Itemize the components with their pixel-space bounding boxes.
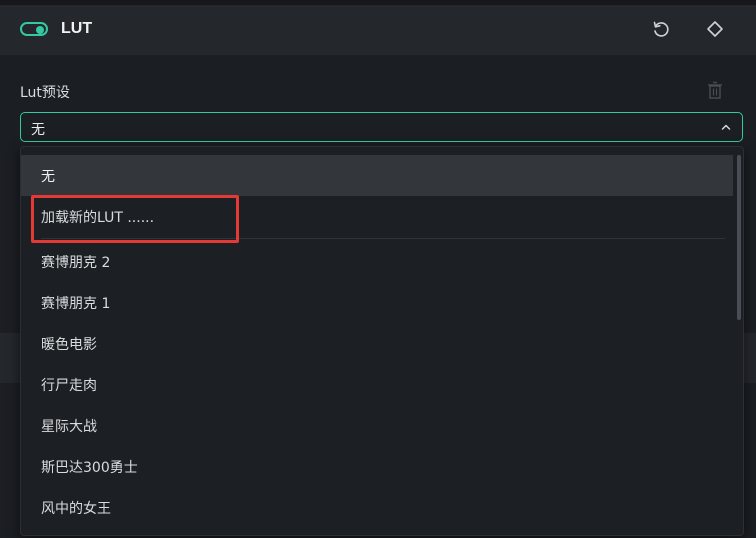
dropdown-item-300-spartans[interactable]: 斯巴达300勇士: [21, 446, 733, 487]
lut-preset-label: Lut预设: [20, 85, 70, 101]
annotation-highlight-box: [31, 195, 239, 243]
dropdown-item-cyberpunk-2[interactable]: 赛博朋克 2: [21, 241, 733, 282]
lut-select-value: 无: [31, 122, 45, 138]
section-title: LUT: [61, 20, 93, 37]
reset-icon: [653, 21, 669, 37]
keyframe-diamond-icon: [707, 21, 723, 37]
lut-toggle[interactable]: [20, 22, 48, 36]
toggle-knob: [36, 26, 44, 34]
keyframe-button[interactable]: [703, 17, 727, 41]
dropdown-item-walking-dead[interactable]: 行尸走肉: [21, 364, 733, 405]
dropdown-item-warm-film[interactable]: 暖色电影: [21, 323, 733, 364]
delete-lut-button[interactable]: [705, 80, 725, 100]
reset-button[interactable]: [649, 17, 673, 41]
trash-icon: [708, 81, 722, 99]
lut-preset-select[interactable]: 无: [20, 112, 743, 142]
dropdown-item-cyberpunk-1[interactable]: 赛博朋克 1: [21, 282, 733, 323]
lut-panel: LUT Lut预设 无 无 加载新的LUT ...... 赛博朋克 2 赛博朋克…: [0, 0, 756, 538]
dropdown-item-star-wars[interactable]: 星际大战: [21, 405, 733, 446]
lut-header: LUT: [0, 5, 756, 55]
dropdown-scrollbar[interactable]: [737, 155, 741, 320]
dropdown-item-none[interactable]: 无: [21, 155, 733, 196]
dropdown-item-queen-in-wind[interactable]: 风中的女王: [21, 487, 733, 528]
chevron-up-icon: [721, 124, 731, 130]
lut-dropdown-menu: 无 加载新的LUT ...... 赛博朋克 2 赛博朋克 1 暖色电影 行尸走肉…: [20, 146, 744, 536]
